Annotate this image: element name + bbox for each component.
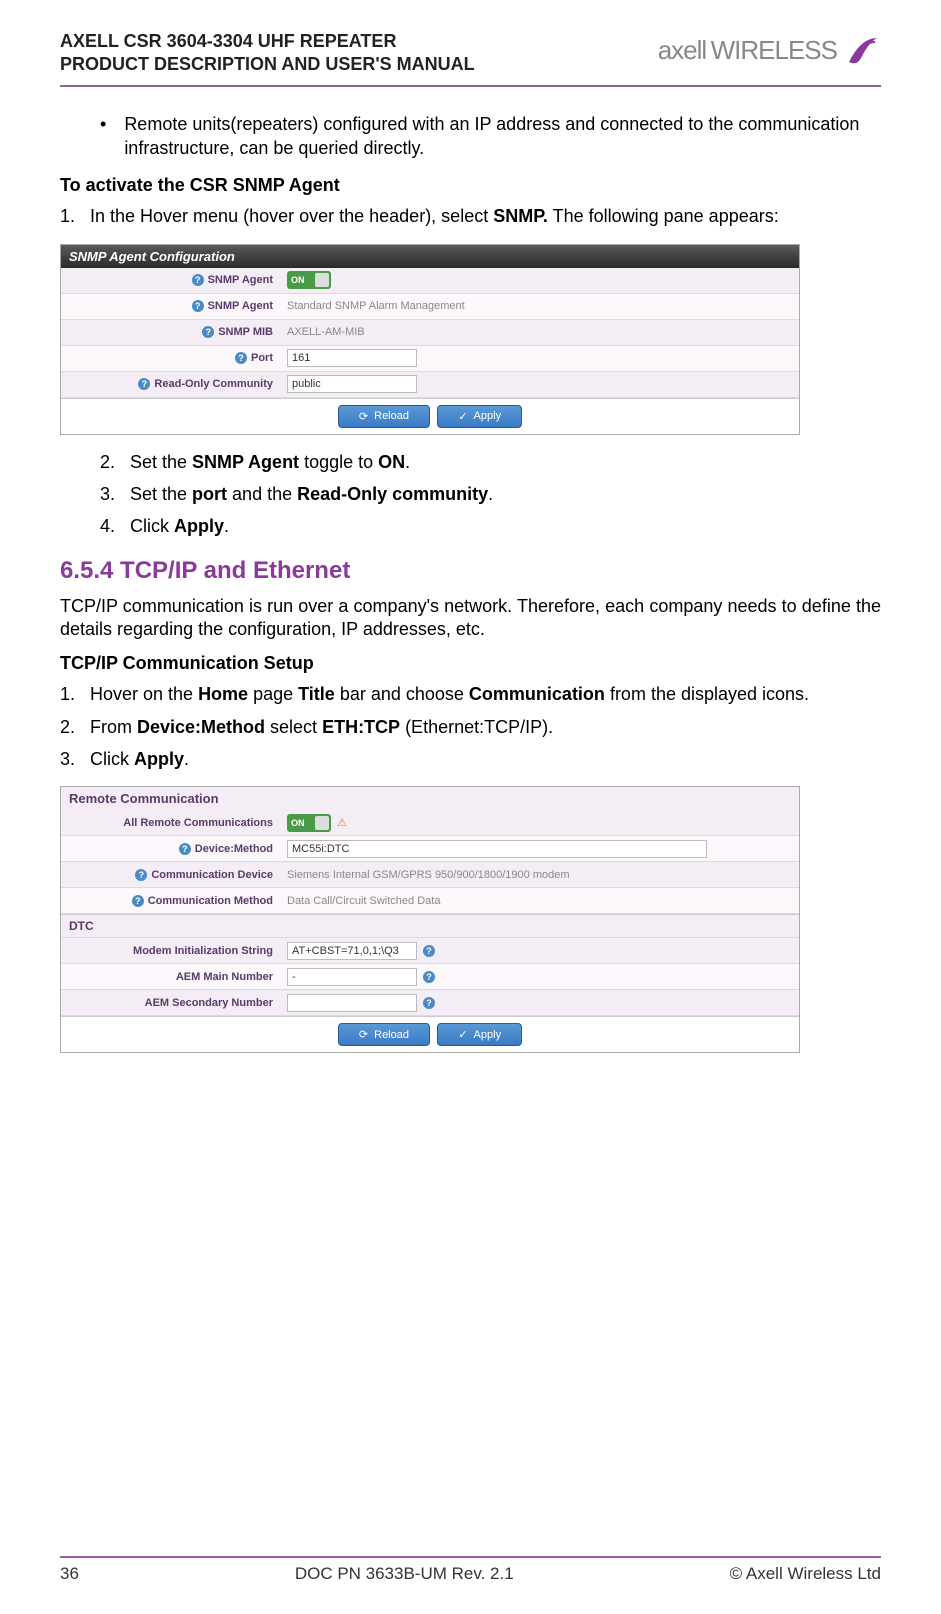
step-1: 1. In the Hover menu (hover over the hea… xyxy=(60,204,881,228)
tcpip-step-3: 3. Click Apply. xyxy=(60,747,881,771)
all-remote-toggle[interactable]: ON xyxy=(287,814,331,832)
help-icon[interactable]: ? xyxy=(179,843,191,855)
page-header: AXELL CSR 3604-3304 UHF REPEATER PRODUCT… xyxy=(60,30,881,87)
check-icon: ✓ xyxy=(458,1028,467,1041)
help-icon[interactable]: ? xyxy=(138,378,150,390)
swirl-icon xyxy=(841,30,881,70)
header-title: AXELL CSR 3604-3304 UHF REPEATER PRODUCT… xyxy=(60,30,475,77)
aem-main-input[interactable] xyxy=(287,968,417,986)
reload-button[interactable]: ⟳Reload xyxy=(338,405,430,428)
reload-icon: ⟳ xyxy=(359,410,368,423)
logo-sub: WIRELESS xyxy=(711,35,837,65)
check-icon: ✓ xyxy=(458,410,467,423)
axell-logo: axell WIRELESS xyxy=(658,30,881,70)
help-icon[interactable]: ? xyxy=(423,997,435,1009)
step-3: 3. Set the port and the Read-Only commun… xyxy=(60,482,881,506)
copyright: © Axell Wireless Ltd xyxy=(730,1564,881,1584)
apply-button[interactable]: ✓Apply xyxy=(437,1023,522,1046)
help-icon[interactable]: ? xyxy=(423,971,435,983)
modem-init-input[interactable] xyxy=(287,942,417,960)
tcpip-paragraph: TCP/IP communication is run over a compa… xyxy=(60,595,881,642)
remote-comm-screenshot: Remote Communication All Remote Communic… xyxy=(60,786,800,1053)
step-4: 4. Click Apply. xyxy=(60,514,881,538)
help-icon[interactable]: ? xyxy=(202,326,214,338)
header-line1: AXELL CSR 3604-3304 UHF REPEATER xyxy=(60,30,475,53)
help-icon[interactable]: ? xyxy=(132,895,144,907)
help-icon[interactable]: ? xyxy=(192,274,204,286)
bullet-item: • Remote units(repeaters) configured wit… xyxy=(100,112,881,161)
bullet-icon: • xyxy=(100,112,106,161)
comm-device-value: Siemens Internal GSM/GPRS 950/900/1800/1… xyxy=(281,866,799,884)
bullet-text: Remote units(repeaters) configured with … xyxy=(124,112,881,161)
page-number: 36 xyxy=(60,1564,79,1584)
remote-comm-title: Remote Communication xyxy=(61,787,799,810)
help-icon[interactable]: ? xyxy=(192,300,204,312)
reload-icon: ⟳ xyxy=(359,1028,368,1041)
device-method-select[interactable] xyxy=(287,840,707,858)
reload-button[interactable]: ⟳Reload xyxy=(338,1023,430,1046)
help-icon[interactable]: ? xyxy=(423,945,435,957)
tcpip-step-1: 1. Hover on the Home page Title bar and … xyxy=(60,682,881,706)
snmp-agent-value: Standard SNMP Alarm Management xyxy=(281,297,799,315)
help-icon[interactable]: ? xyxy=(235,352,247,364)
aem-secondary-input[interactable] xyxy=(287,994,417,1012)
snmp-panel-title: SNMP Agent Configuration xyxy=(61,245,799,268)
help-icon[interactable]: ? xyxy=(135,869,147,881)
step-2: 2. Set the SNMP Agent toggle to ON. xyxy=(60,450,881,474)
doc-revision: DOC PN 3633B-UM Rev. 2.1 xyxy=(295,1564,514,1584)
activate-heading: To activate the CSR SNMP Agent xyxy=(60,175,881,196)
apply-button[interactable]: ✓Apply xyxy=(437,405,522,428)
page-footer: 36 DOC PN 3633B-UM Rev. 2.1 © Axell Wire… xyxy=(60,1556,881,1584)
warning-icon: ⚠ xyxy=(337,816,351,830)
port-input[interactable] xyxy=(287,349,417,367)
dtc-header: DTC xyxy=(61,914,799,938)
comm-method-value: Data Call/Circuit Switched Data xyxy=(281,892,799,910)
snmp-config-screenshot: SNMP Agent Configuration ?SNMP Agent ON … xyxy=(60,244,800,435)
tcpip-setup-heading: TCP/IP Communication Setup xyxy=(60,653,881,674)
logo-main: axell xyxy=(658,35,706,65)
tcpip-step-2: 2. From Device:Method select ETH:TCP (Et… xyxy=(60,715,881,739)
step-number: 1. xyxy=(60,204,90,228)
snmp-mib-value: AXELL-AM-MIB xyxy=(281,323,799,341)
section-654-heading: 6.5.4 TCP/IP and Ethernet xyxy=(60,557,881,585)
snmp-agent-toggle[interactable]: ON xyxy=(287,271,331,289)
readonly-community-input[interactable] xyxy=(287,375,417,393)
header-line2: PRODUCT DESCRIPTION AND USER'S MANUAL xyxy=(60,53,475,76)
